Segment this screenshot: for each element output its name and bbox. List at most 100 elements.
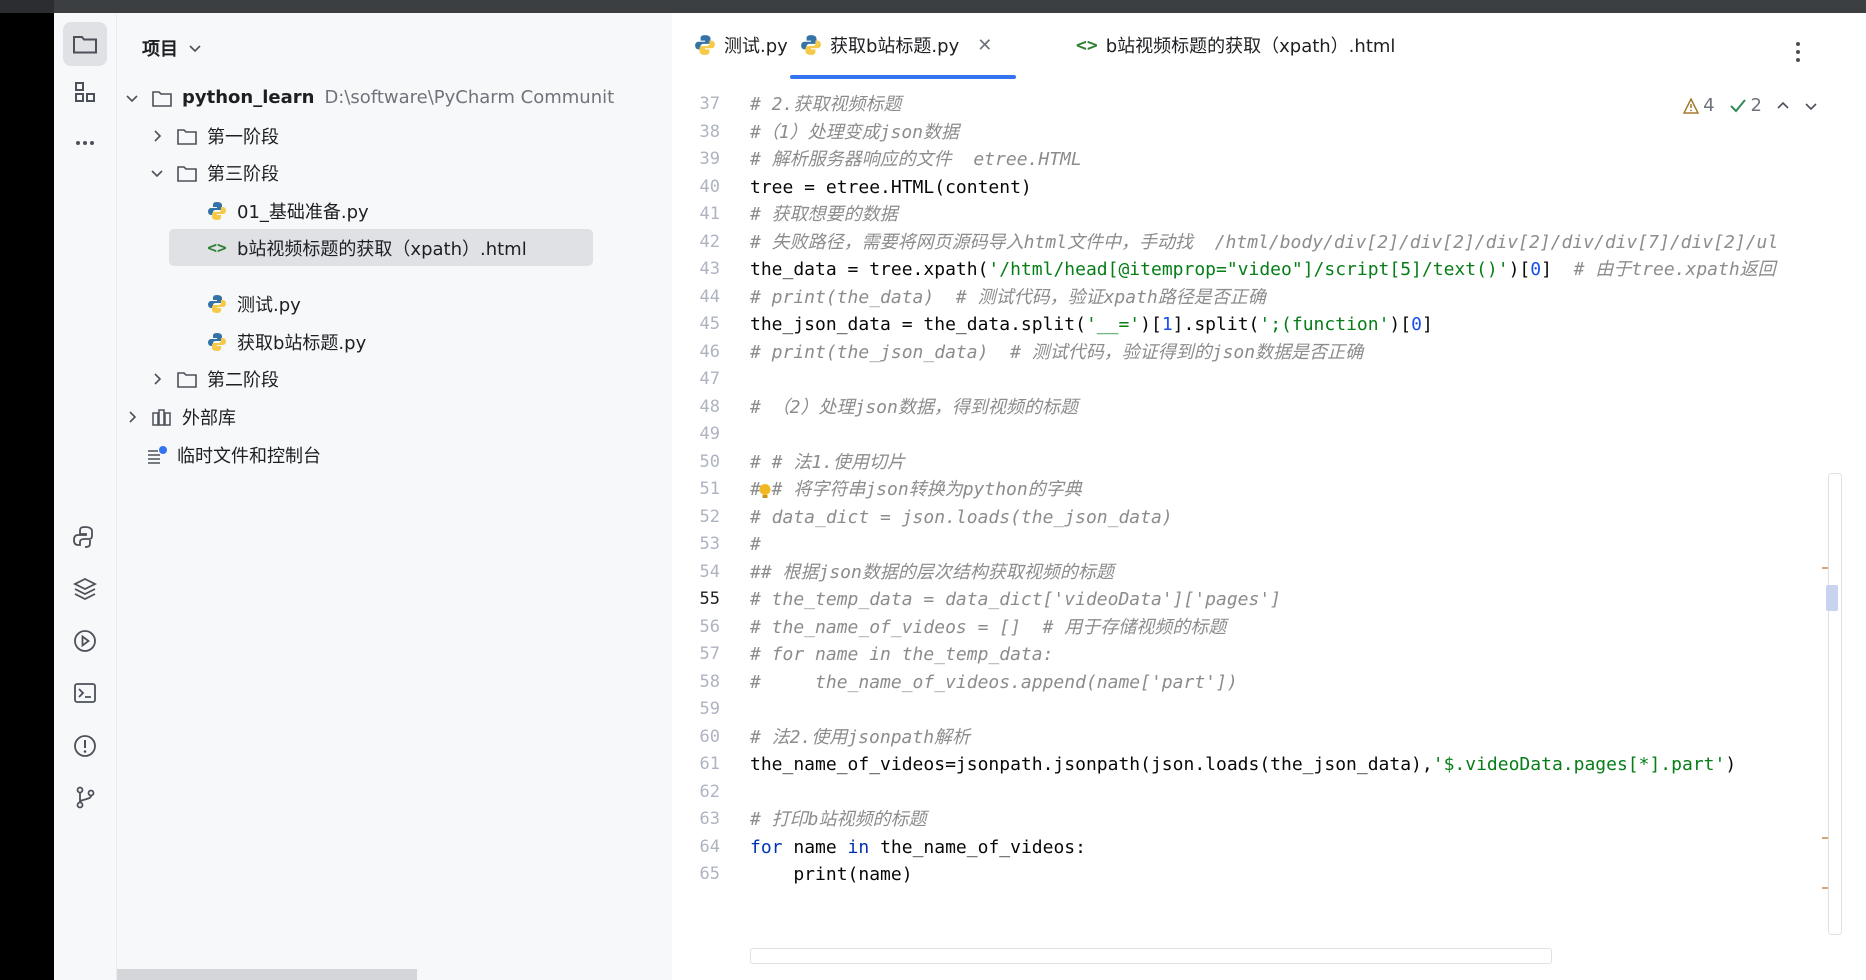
python-icon [73, 526, 93, 548]
code-comment: # 由于tree.xpath返回 [1573, 259, 1776, 280]
python-packages-button[interactable] [63, 567, 107, 611]
python-console-button[interactable] [63, 515, 107, 559]
project-panel: 项目 python_learn D:\software\PyCharm Comm… [117, 13, 672, 980]
close-tab-icon[interactable]: ✕ [977, 35, 992, 56]
tab-label: b站视频标题的获取（xpath）.html [1105, 36, 1396, 57]
code-line[interactable]: # data_dict = json.loads(the_json_data) [750, 504, 1850, 532]
code-line[interactable]: the_data = tree.xpath('/html/head[@itemp… [750, 256, 1850, 284]
structure-tool-button[interactable] [63, 70, 107, 114]
ide-window: 项目 python_learn D:\software\PyCharm Comm… [54, 13, 1866, 980]
code-line[interactable]: the_name_of_videos=jsonpath.jsonpath(jso… [750, 751, 1850, 779]
terminal-tool-button[interactable] [63, 671, 107, 715]
python-file-icon [801, 35, 821, 55]
scrollbar-thumb[interactable] [1826, 585, 1838, 611]
panel-scrollbar[interactable] [117, 969, 417, 980]
code-line-empty[interactable] [750, 366, 1850, 394]
code-line[interactable]: # 获取想要的数据 [750, 201, 1850, 229]
structure-icon [75, 82, 95, 102]
line-number: 40 [699, 176, 720, 197]
code-line-empty[interactable] [750, 421, 1850, 449]
folder-icon [150, 87, 174, 109]
chevron-down-icon[interactable] [147, 163, 167, 183]
layers-icon [72, 577, 98, 601]
code-line[interactable]: for name in the_name_of_videos: [750, 834, 1850, 862]
code-line[interactable]: the_json_data = the_data.split('__=')[1]… [750, 311, 1850, 339]
more-tools-button[interactable] [63, 121, 107, 165]
code-line[interactable]: # print(the_data) # 测试代码，验证xpath路径是否正确 [750, 284, 1850, 312]
vertical-scrollbar[interactable] [1828, 473, 1842, 935]
code-line[interactable]: # 法2.使用jsonpath解析 [750, 724, 1850, 752]
code-lines[interactable]: # 2.获取视频标题 #（1）处理变成json数据 # 解析服务器响应的文件 e… [750, 91, 1850, 889]
line-number: 41 [699, 204, 720, 224]
code-number: 0 [1530, 259, 1542, 280]
chevron-right-icon[interactable] [147, 126, 167, 146]
line-number: 60 [699, 726, 720, 747]
code-line[interactable]: print(name) [750, 861, 1850, 889]
problems-icon [74, 735, 96, 757]
line-number: 62 [699, 781, 720, 802]
chevron-down-icon[interactable] [122, 88, 142, 108]
line-number: 63 [699, 809, 720, 829]
code-line[interactable]: # 解析服务器响应的文件 etree.HTML [750, 146, 1850, 174]
code-line[interactable]: # # 将字符串json转换为python的字典 [750, 476, 1850, 504]
tab-html[interactable]: <> b站视频标题的获取（xpath）.html [1076, 29, 1395, 61]
active-tab-indicator [790, 75, 1016, 79]
tree-node-stage3[interactable]: 第三阶段 [147, 154, 279, 191]
code-area[interactable]: 37 38 39 40 41 42 43 44 45 46 47 48 49 5… [672, 91, 1866, 951]
code-line-current[interactable]: # the_temp_data = data_dict['videoData']… [750, 586, 1850, 614]
tree-node-root[interactable]: python_learn D:\software\PyCharm Communi… [117, 79, 614, 116]
code-line[interactable]: # the_name_of_videos = [] # 用于存储视频的标题 [750, 614, 1850, 642]
tree-node-stage1[interactable]: 第一阶段 [147, 117, 279, 154]
chevron-right-icon[interactable] [122, 407, 142, 427]
more-horizontal-icon [76, 141, 94, 145]
code-line[interactable]: # 打印b站视频的标题 [750, 806, 1850, 834]
git-tool-button[interactable] [63, 775, 107, 819]
code-token: )[ [1140, 314, 1162, 335]
code-token: )[ [1508, 259, 1531, 280]
tree-file-basics[interactable]: 01_基础准备.py [205, 192, 369, 229]
code-token: the_name_of_videos=jsonpath.jsonpath(jso… [750, 754, 1433, 775]
line-number: 45 [699, 314, 720, 334]
code-line[interactable]: # [750, 531, 1850, 559]
tree-file-get-titles[interactable]: 获取b站标题.py [205, 323, 366, 360]
project-panel-title: 项目 [142, 39, 178, 60]
tree-file-test[interactable]: 测试.py [205, 285, 301, 322]
code-string: ';(function' [1259, 314, 1390, 335]
code-line[interactable]: # 失败路径，需要将网页源码导入html文件中，手动找 /html/body/d… [750, 229, 1850, 257]
code-line[interactable]: # 2.获取视频标题 [750, 91, 1850, 119]
lightbulb-icon[interactable] [758, 483, 772, 499]
project-panel-header[interactable]: 项目 [142, 35, 202, 61]
tree-node-scratches[interactable]: 临时文件和控制台 [145, 436, 321, 473]
tree-node-stage2[interactable]: 第二阶段 [147, 360, 279, 397]
library-icon [150, 406, 174, 428]
code-line[interactable]: # the_name_of_videos.append(name['part']… [750, 669, 1850, 697]
project-tool-button[interactable] [63, 22, 107, 66]
tree-file-html-selected[interactable]: <> b站视频标题的获取（xpath）.html [169, 229, 593, 266]
code-line[interactable]: # for name in the_temp_data: [750, 641, 1850, 669]
tree-label: b站视频标题的获取（xpath）.html [237, 238, 527, 260]
folder-icon [73, 36, 97, 54]
code-line[interactable]: # print(the_json_data) # 测试代码，验证得到的json数… [750, 339, 1850, 367]
code-line-empty[interactable] [750, 779, 1850, 807]
problems-tool-button[interactable] [63, 724, 107, 768]
code-keyword: for [750, 836, 783, 858]
code-line[interactable]: tree = etree.HTML(content) [750, 174, 1850, 202]
code-number: 0 [1411, 314, 1422, 335]
code-line[interactable]: # # 法1.使用切片 [750, 449, 1850, 477]
chevron-right-icon[interactable] [147, 369, 167, 389]
more-vertical-icon[interactable] [1794, 41, 1802, 67]
window-top-bar [0, 0, 1866, 13]
tree-node-external-libs[interactable]: 外部库 [117, 398, 236, 435]
python-file-icon [205, 200, 229, 222]
code-line[interactable]: # （2）处理json数据，得到视频的标题 [750, 394, 1850, 422]
line-number-gutter: 37 38 39 40 41 42 43 44 45 46 47 48 49 5… [672, 91, 720, 889]
tab-get-titles-py[interactable]: 获取b站标题.py ✕ [800, 29, 992, 61]
line-number: 57 [699, 644, 720, 664]
tab-test-py[interactable]: 测试.py [694, 29, 788, 61]
code-line-empty[interactable] [750, 696, 1850, 724]
code-line[interactable]: #（1）处理变成json数据 [750, 119, 1850, 147]
horizontal-scrollbar[interactable] [750, 948, 1552, 964]
tree-label: 测试.py [237, 294, 301, 316]
code-line[interactable]: ## 根据json数据的层次结构获取视频的标题 [750, 559, 1850, 587]
run-tool-button[interactable] [63, 619, 107, 663]
